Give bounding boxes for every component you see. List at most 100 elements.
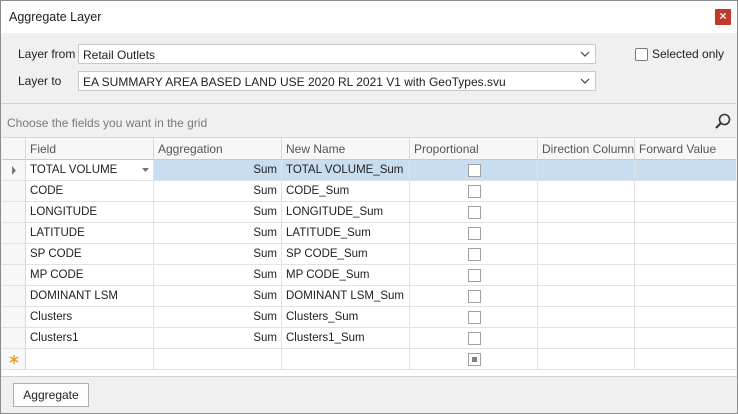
table-cell-forward-value[interactable] [635, 265, 736, 286]
table-cell-direction-column[interactable] [538, 160, 635, 181]
table-cell-aggregation[interactable]: Sum [154, 202, 282, 223]
table-cell-field[interactable]: DOMINANT LSM [26, 286, 154, 307]
column-header-direction-column[interactable]: Direction Column [538, 138, 635, 160]
table-cell-forward-value[interactable] [635, 244, 736, 265]
table-cell-aggregation[interactable]: Sum [154, 265, 282, 286]
table-cell-forward-value[interactable] [635, 307, 736, 328]
table-cell-field[interactable]: TOTAL VOLUME [26, 160, 154, 181]
title-bar: Aggregate Layer × [1, 1, 737, 33]
table-cell-proportional [410, 223, 538, 244]
proportional-checkbox[interactable] [468, 164, 481, 177]
table-cell-new-name[interactable]: LONGITUDE_Sum [282, 202, 410, 223]
table-cell-new-name[interactable]: CODE_Sum [282, 181, 410, 202]
table-cell-aggregation[interactable]: Sum [154, 160, 282, 181]
search-icon[interactable] [714, 112, 732, 130]
table-cell-proportional [410, 328, 538, 349]
asterisk-icon [9, 355, 19, 364]
row-indicator[interactable] [2, 181, 26, 202]
table-cell-direction-column[interactable] [538, 181, 635, 202]
proportional-checkbox[interactable] [468, 332, 481, 345]
row-indicator[interactable] [2, 286, 26, 307]
table-cell-forward-value[interactable] [635, 181, 736, 202]
table-cell-new-name[interactable]: Clusters1_Sum [282, 328, 410, 349]
table-cell-direction-column[interactable] [538, 307, 635, 328]
table-cell-forward-value[interactable] [635, 202, 736, 223]
indeterminate-mark [472, 357, 477, 362]
table-cell-new-name[interactable]: DOMINANT LSM_Sum [282, 286, 410, 307]
new-row-cell-field[interactable] [26, 349, 154, 370]
table-cell-aggregation[interactable]: Sum [154, 328, 282, 349]
aggregate-layer-dialog: Aggregate Layer × Layer from Retail Outl… [0, 0, 738, 414]
dialog-footer: Aggregate [1, 376, 737, 413]
table-cell-forward-value[interactable] [635, 286, 736, 307]
row-indicator[interactable] [2, 244, 26, 265]
table-cell-aggregation[interactable]: Sum [154, 223, 282, 244]
layer-to-value: EA SUMMARY AREA BASED LAND USE 2020 RL 2… [83, 75, 506, 89]
dropdown-arrow-icon[interactable] [142, 168, 149, 173]
proportional-checkbox[interactable] [468, 269, 481, 282]
field-value: TOTAL VOLUME [30, 164, 118, 176]
layer-from-dropdown[interactable]: Retail Outlets [78, 44, 596, 64]
new-row-cell-forward-value[interactable] [635, 349, 736, 370]
table-cell-field[interactable]: MP CODE [26, 265, 154, 286]
new-row-indicator[interactable] [2, 349, 26, 370]
selected-only-checkbox[interactable] [635, 48, 648, 61]
row-indicator[interactable] [2, 202, 26, 223]
table-cell-proportional [410, 181, 538, 202]
table-cell-new-name[interactable]: MP CODE_Sum [282, 265, 410, 286]
table-cell-direction-column[interactable] [538, 202, 635, 223]
table-cell-forward-value[interactable] [635, 328, 736, 349]
proportional-checkbox[interactable] [468, 227, 481, 240]
row-indicator[interactable] [2, 307, 26, 328]
table-cell-new-name[interactable]: TOTAL VOLUME_Sum [282, 160, 410, 181]
table-cell-field[interactable]: Clusters1 [26, 328, 154, 349]
table-cell-field[interactable]: Clusters [26, 307, 154, 328]
table-cell-forward-value[interactable] [635, 223, 736, 244]
layer-to-label: Layer to [18, 74, 62, 88]
aggregate-button[interactable]: Aggregate [13, 383, 89, 407]
chevron-down-icon [580, 51, 590, 57]
column-header-forward-value[interactable]: Forward Value [635, 138, 736, 160]
table-cell-new-name[interactable]: Clusters_Sum [282, 307, 410, 328]
row-indicator[interactable] [2, 328, 26, 349]
table-cell-field[interactable]: SP CODE [26, 244, 154, 265]
proportional-checkbox[interactable] [468, 185, 481, 198]
table-cell-field[interactable]: LONGITUDE [26, 202, 154, 223]
table-cell-aggregation[interactable]: Sum [154, 244, 282, 265]
table-cell-field[interactable]: CODE [26, 181, 154, 202]
proportional-checkbox[interactable] [468, 206, 481, 219]
proportional-checkbox[interactable] [468, 290, 481, 303]
table-cell-field[interactable]: LATITUDE [26, 223, 154, 244]
row-indicator[interactable] [2, 160, 26, 181]
new-row-cell-new-name[interactable] [282, 349, 410, 370]
dialog-title: Aggregate Layer [9, 10, 102, 24]
layer-selection-panel: Layer from Retail Outlets Layer to EA SU… [1, 33, 737, 103]
close-button[interactable]: × [715, 9, 731, 25]
new-row-cell-direction-column[interactable] [538, 349, 635, 370]
proportional-checkbox[interactable] [468, 311, 481, 324]
table-cell-proportional [410, 244, 538, 265]
table-cell-aggregation[interactable]: Sum [154, 286, 282, 307]
layer-to-dropdown[interactable]: EA SUMMARY AREA BASED LAND USE 2020 RL 2… [78, 71, 596, 91]
table-cell-new-name[interactable]: SP CODE_Sum [282, 244, 410, 265]
column-header-aggregation[interactable]: Aggregation [154, 138, 282, 160]
table-cell-aggregation[interactable]: Sum [154, 307, 282, 328]
row-indicator[interactable] [2, 223, 26, 244]
row-indicator[interactable] [2, 265, 26, 286]
table-cell-direction-column[interactable] [538, 223, 635, 244]
table-cell-direction-column[interactable] [538, 244, 635, 265]
proportional-checkbox[interactable] [468, 248, 481, 261]
column-header-proportional[interactable]: Proportional [410, 138, 538, 160]
table-cell-direction-column[interactable] [538, 328, 635, 349]
new-row-cell-aggregation[interactable] [154, 349, 282, 370]
table-cell-direction-column[interactable] [538, 265, 635, 286]
table-cell-new-name[interactable]: LATITUDE_Sum [282, 223, 410, 244]
table-cell-forward-value[interactable] [635, 160, 736, 181]
grid-find-panel[interactable]: Choose the fields you want in the grid [2, 104, 736, 138]
column-header-field[interactable]: Field [26, 138, 154, 160]
table-cell-proportional [410, 202, 538, 223]
proportional-checkbox-indeterminate[interactable] [468, 353, 481, 366]
table-cell-aggregation[interactable]: Sum [154, 181, 282, 202]
column-header-new-name[interactable]: New Name [282, 138, 410, 160]
table-cell-direction-column[interactable] [538, 286, 635, 307]
